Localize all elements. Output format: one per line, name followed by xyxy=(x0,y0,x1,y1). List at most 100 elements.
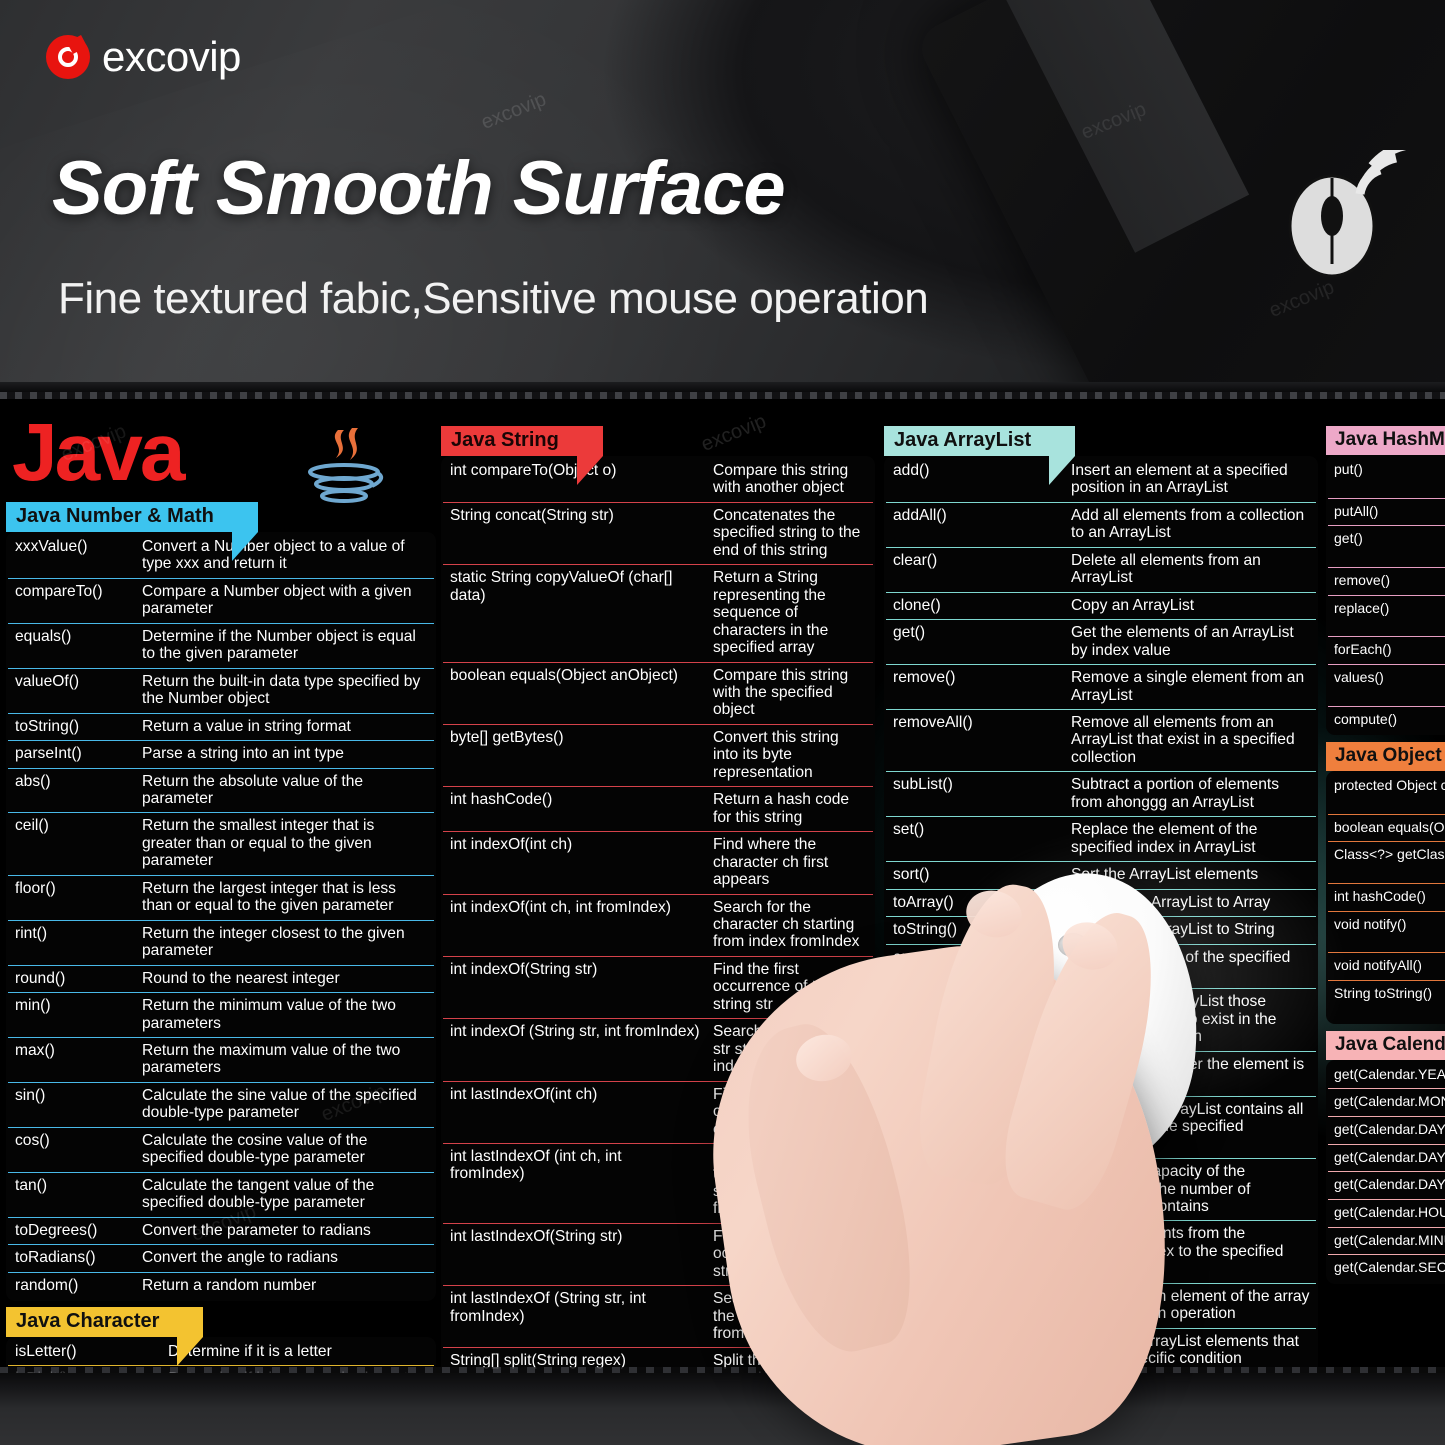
method-name: int hashCode() xyxy=(1328,883,1445,912)
method-name: max() xyxy=(8,1036,135,1083)
method-description: Find the last occurrence of the characte… xyxy=(706,1080,873,1144)
table-row: toString() Return a value in string forma… xyxy=(8,712,434,741)
method-description: Adjust the capacity of the ArrayList to … xyxy=(1064,1158,1316,1221)
method-description: Round to the nearest integer xyxy=(135,964,434,993)
method-name: trimToSize() xyxy=(886,1158,1064,1221)
table-row: clear() Delete all elements from an Array… xyxy=(886,546,1316,593)
page-title: Soft Smooth Surface xyxy=(52,146,786,231)
method-name: String concat(String str) xyxy=(443,501,706,565)
table-string: int compareTo(Object o) Compare this stri… xyxy=(441,456,875,1385)
method-name: parseInt() xyxy=(8,740,135,769)
header-photo-banner: excovip Soft Smooth Surface Fine texture… xyxy=(0,0,1445,392)
table-row: equals() Determine if the Number object i… xyxy=(8,622,434,669)
table-body: add() Insert an element at a specified po… xyxy=(886,458,1316,1385)
table-row: replace() xyxy=(1328,594,1445,637)
table-row: toArray() Convert an ArrayList to Array xyxy=(886,888,1316,917)
table-body: get(Calendar.YEAR)get(Calendar.MONTH)get… xyxy=(1328,1062,1445,1282)
table-row: static String copyValueOf (char[] data) R… xyxy=(443,564,873,663)
method-name: putAll() xyxy=(1328,497,1445,526)
method-description: Search backwards for the string str star… xyxy=(706,1285,873,1348)
method-name: clear() xyxy=(886,546,1064,593)
method-description: Return the largest integer that is less … xyxy=(135,874,434,921)
column-arraylist: Java ArrayList add() Insert an element at… xyxy=(884,426,1318,1385)
method-name: tan() xyxy=(8,1171,135,1218)
method-name: void notify() xyxy=(1328,910,1445,953)
section-title: Java Number & Math xyxy=(6,502,258,561)
table-row: int lastIndexOf (String str, int fromInd… xyxy=(443,1285,873,1348)
column-number-math: Java Java Number & Math xxxValue() Conve… xyxy=(6,412,436,1385)
java-brand-logo: Java xyxy=(6,412,436,503)
method-name: get(Calendar.SECOND) xyxy=(1328,1254,1445,1282)
method-description: Determine whether the element is in the … xyxy=(1064,1050,1316,1097)
table-row: rint() Return the integer closest to the … xyxy=(8,919,434,966)
method-description: Get the elements of an ArrayList by inde… xyxy=(1064,619,1316,665)
method-name: int indexOf(String str) xyxy=(443,955,706,1019)
method-description: Convert an ArrayList to Array xyxy=(1064,888,1316,917)
method-name: compareTo() xyxy=(8,577,135,624)
method-name: ceil() xyxy=(8,812,135,876)
table-row: get(Calendar.DAY_OF_YEAR) xyxy=(1328,1171,1445,1200)
method-name: String toString() xyxy=(1328,980,1445,1022)
table-row: protected Object clone() xyxy=(1328,773,1445,814)
section-title: Java String xyxy=(441,426,603,485)
section-title: Java Object xyxy=(1326,742,1445,772)
cheatsheet-columns: Java Java Number & Math xxxValue() Conve… xyxy=(0,392,1445,1385)
product-image-root: excovip Soft Smooth Surface Fine texture… xyxy=(0,0,1445,1445)
table-row: int indexOf (String str, int fromIndex) S… xyxy=(443,1018,873,1082)
method-name: toDegrees() xyxy=(8,1216,135,1245)
table-row: get(Calendar.YEAR) xyxy=(1328,1062,1445,1089)
method-name: int indexOf(int ch, int fromIndex) xyxy=(443,893,706,957)
method-name: ensureCapacity() xyxy=(886,943,1064,989)
mousepad-surface: Java Java Number & Math xxxValue() Conve… xyxy=(0,392,1445,1385)
table-row: removeRange() Delete elements from the sp… xyxy=(886,1220,1316,1284)
method-name: rint() xyxy=(8,919,135,966)
table-row: get(Calendar.DAY_OF_WEEK) xyxy=(1328,1143,1445,1172)
method-name: values() xyxy=(1328,663,1445,707)
method-description: Convert an ArrayList to String xyxy=(1064,916,1316,945)
section-title: Java Character xyxy=(6,1306,204,1366)
method-name: abs() xyxy=(8,767,135,813)
section-title: Java HashMap xyxy=(1326,426,1445,455)
method-name: get(Calendar.YEAR) xyxy=(1334,1065,1445,1082)
page-subtitle: Fine textured fabic,Sensitive mouse oper… xyxy=(58,274,929,323)
table-row: ensureCapacity() Set an ArrayList of the … xyxy=(886,943,1316,989)
method-description: Replace the element of the specified ind… xyxy=(1064,816,1316,862)
table-row: tan() Calculate the tangent value of the … xyxy=(8,1171,434,1218)
method-name: random() xyxy=(8,1271,135,1299)
method-name: get() xyxy=(886,619,1064,665)
table-row: String toString() xyxy=(1328,980,1445,1022)
table-row: get() Get the elements of an ArrayList by… xyxy=(886,619,1316,665)
method-name: subList() xyxy=(886,771,1064,817)
section-arraylist: Java ArrayList add() Insert an element at… xyxy=(884,426,1318,1385)
method-name: void notifyAll() xyxy=(1328,952,1445,981)
table-row: set() Replace the element of the specifie… xyxy=(886,816,1316,862)
method-name: round() xyxy=(8,964,135,993)
method-description: Subtract a portion of elements from ahon… xyxy=(1064,771,1316,817)
table-row: add() Insert an element at a specified po… xyxy=(886,458,1316,502)
section-title: Java Calendar xyxy=(1326,1030,1445,1060)
table-body: int compareTo(Object o) Compare this stri… xyxy=(443,458,873,1385)
table-row: toRadians() Convert the angle to radians xyxy=(8,1244,434,1272)
table-row: remove() xyxy=(1328,566,1445,596)
section-hashmap: Java HashMap put() putAll()get()remove()r… xyxy=(1326,426,1445,736)
table-row: int indexOf(int ch, int fromIndex) Search… xyxy=(443,893,873,957)
table-row: retainAll() Retain in the ArrayList those… xyxy=(886,988,1316,1052)
table-row: int compareTo(Object o) Compare this stri… xyxy=(443,458,873,502)
method-description: Compare this string with another object xyxy=(713,462,849,497)
method-name: Class<?> getClass() xyxy=(1328,841,1445,884)
method-name: static String copyValueOf (char[] data) xyxy=(443,564,706,663)
method-name: get(Calendar.MONTH) xyxy=(1328,1088,1445,1117)
brand-logo: excovip xyxy=(46,33,241,81)
table-row: int lastIndexOf(String str) Find the last… xyxy=(443,1222,873,1286)
table-row: boolean equals(Object anObject) Compare t… xyxy=(443,661,873,725)
method-name: int lastIndexOf (String str, int fromInd… xyxy=(443,1285,706,1348)
method-name: get(Calendar.DAY_OF_YEAR) xyxy=(1328,1171,1445,1200)
method-name: get(Calendar.DAY_OF_MONTH) xyxy=(1328,1115,1445,1145)
method-description: Search for the string str starting from … xyxy=(706,1018,873,1082)
method-description: Calculate the sine value of the specifie… xyxy=(135,1081,434,1128)
table-row: sort() Sort the ArrayList elements xyxy=(886,861,1316,890)
method-description: Calculate the tangent value of the speci… xyxy=(135,1171,434,1218)
method-name: byte[] getBytes() xyxy=(443,723,706,787)
method-description: Concatenates the specified string to the… xyxy=(706,501,873,565)
table-row: floor() Return the largest integer that i… xyxy=(8,874,434,921)
